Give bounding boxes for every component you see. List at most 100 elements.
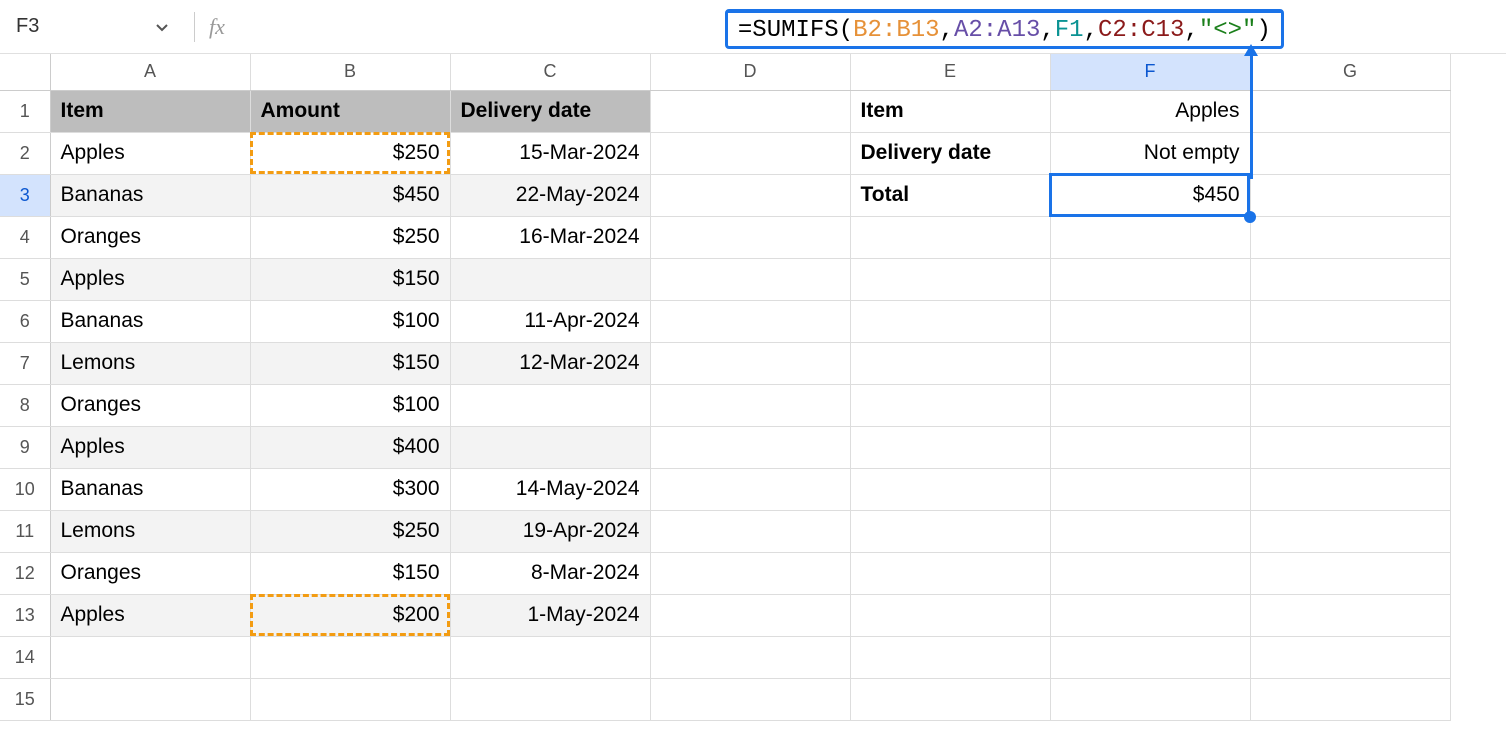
cell-F3[interactable]: $450: [1050, 174, 1250, 216]
cell-F2[interactable]: Not empty: [1050, 132, 1250, 174]
formula-bar[interactable]: =SUMIFS(B2:B13,A2:A13,F1,C2:C13,"<>"): [235, 5, 1506, 49]
cell-C12[interactable]: 8-Mar-2024: [450, 552, 650, 594]
cell-G10[interactable]: [1250, 468, 1450, 510]
row-header-5[interactable]: 5: [0, 258, 50, 300]
cell-E8[interactable]: [850, 384, 1050, 426]
cell-A9[interactable]: Apples: [50, 426, 250, 468]
cell-E15[interactable]: [850, 678, 1050, 720]
col-header-E[interactable]: E: [850, 54, 1050, 90]
cell-G2[interactable]: [1250, 132, 1450, 174]
cell-F13[interactable]: [1050, 594, 1250, 636]
cell-G3[interactable]: [1250, 174, 1450, 216]
cell-A5[interactable]: Apples: [50, 258, 250, 300]
cell-F8[interactable]: [1050, 384, 1250, 426]
col-header-D[interactable]: D: [650, 54, 850, 90]
cell-B3[interactable]: $450: [250, 174, 450, 216]
cell-B4[interactable]: $250: [250, 216, 450, 258]
name-box[interactable]: F3: [0, 0, 180, 54]
row-header-1[interactable]: 1: [0, 90, 50, 132]
col-header-B[interactable]: B: [250, 54, 450, 90]
cell-A8[interactable]: Oranges: [50, 384, 250, 426]
cell-B9[interactable]: $400: [250, 426, 450, 468]
row-header-7[interactable]: 7: [0, 342, 50, 384]
cell-A2[interactable]: Apples: [50, 132, 250, 174]
row-header-4[interactable]: 4: [0, 216, 50, 258]
cell-G9[interactable]: [1250, 426, 1450, 468]
cell-D13[interactable]: [650, 594, 850, 636]
cell-C2[interactable]: 15-Mar-2024: [450, 132, 650, 174]
cell-D7[interactable]: [650, 342, 850, 384]
cell-B10[interactable]: $300: [250, 468, 450, 510]
cell-F12[interactable]: [1050, 552, 1250, 594]
spreadsheet-grid[interactable]: A B C D E F G 1 Item Amount Delivery dat…: [0, 54, 1506, 721]
cell-B14[interactable]: [250, 636, 450, 678]
col-header-C[interactable]: C: [450, 54, 650, 90]
cell-A12[interactable]: Oranges: [50, 552, 250, 594]
row-header-9[interactable]: 9: [0, 426, 50, 468]
cell-C10[interactable]: 14-May-2024: [450, 468, 650, 510]
cell-D1[interactable]: [650, 90, 850, 132]
cell-C5[interactable]: [450, 258, 650, 300]
select-all-corner[interactable]: [0, 54, 50, 90]
cell-A14[interactable]: [50, 636, 250, 678]
row-header-8[interactable]: 8: [0, 384, 50, 426]
cell-E3[interactable]: Total: [850, 174, 1050, 216]
cell-E6[interactable]: [850, 300, 1050, 342]
cell-D3[interactable]: [650, 174, 850, 216]
row-header-15[interactable]: 15: [0, 678, 50, 720]
row-header-6[interactable]: 6: [0, 300, 50, 342]
cell-G5[interactable]: [1250, 258, 1450, 300]
row-header-13[interactable]: 13: [0, 594, 50, 636]
cell-G13[interactable]: [1250, 594, 1450, 636]
chevron-down-icon[interactable]: [156, 15, 168, 38]
col-header-F[interactable]: F: [1050, 54, 1250, 90]
cell-E9[interactable]: [850, 426, 1050, 468]
cell-F5[interactable]: [1050, 258, 1250, 300]
cell-E14[interactable]: [850, 636, 1050, 678]
cell-A3[interactable]: Bananas: [50, 174, 250, 216]
cell-B11[interactable]: $250: [250, 510, 450, 552]
cell-F14[interactable]: [1050, 636, 1250, 678]
cell-B6[interactable]: $100: [250, 300, 450, 342]
cell-E5[interactable]: [850, 258, 1050, 300]
cell-D2[interactable]: [650, 132, 850, 174]
cell-C7[interactable]: 12-Mar-2024: [450, 342, 650, 384]
cell-F11[interactable]: [1050, 510, 1250, 552]
cell-A15[interactable]: [50, 678, 250, 720]
cell-E10[interactable]: [850, 468, 1050, 510]
cell-D12[interactable]: [650, 552, 850, 594]
cell-D5[interactable]: [650, 258, 850, 300]
cell-A7[interactable]: Lemons: [50, 342, 250, 384]
cell-B1[interactable]: Amount: [250, 90, 450, 132]
cell-C14[interactable]: [450, 636, 650, 678]
cell-G14[interactable]: [1250, 636, 1450, 678]
cell-F4[interactable]: [1050, 216, 1250, 258]
cell-F9[interactable]: [1050, 426, 1250, 468]
cell-G12[interactable]: [1250, 552, 1450, 594]
cell-E4[interactable]: [850, 216, 1050, 258]
cell-C13[interactable]: 1-May-2024: [450, 594, 650, 636]
cell-D15[interactable]: [650, 678, 850, 720]
cell-F7[interactable]: [1050, 342, 1250, 384]
cell-C1[interactable]: Delivery date: [450, 90, 650, 132]
row-header-12[interactable]: 12: [0, 552, 50, 594]
cell-D10[interactable]: [650, 468, 850, 510]
cell-D9[interactable]: [650, 426, 850, 468]
cell-A13[interactable]: Apples: [50, 594, 250, 636]
row-header-14[interactable]: 14: [0, 636, 50, 678]
cell-A1[interactable]: Item: [50, 90, 250, 132]
cell-E11[interactable]: [850, 510, 1050, 552]
cell-E7[interactable]: [850, 342, 1050, 384]
cell-G6[interactable]: [1250, 300, 1450, 342]
cell-F10[interactable]: [1050, 468, 1250, 510]
cell-D6[interactable]: [650, 300, 850, 342]
cell-G4[interactable]: [1250, 216, 1450, 258]
cell-G15[interactable]: [1250, 678, 1450, 720]
row-header-3[interactable]: 3: [0, 174, 50, 216]
cell-E12[interactable]: [850, 552, 1050, 594]
cell-C9[interactable]: [450, 426, 650, 468]
cell-A10[interactable]: Bananas: [50, 468, 250, 510]
cell-F1[interactable]: Apples: [1050, 90, 1250, 132]
selection-handle[interactable]: [1244, 211, 1256, 223]
cell-C3[interactable]: 22-May-2024: [450, 174, 650, 216]
